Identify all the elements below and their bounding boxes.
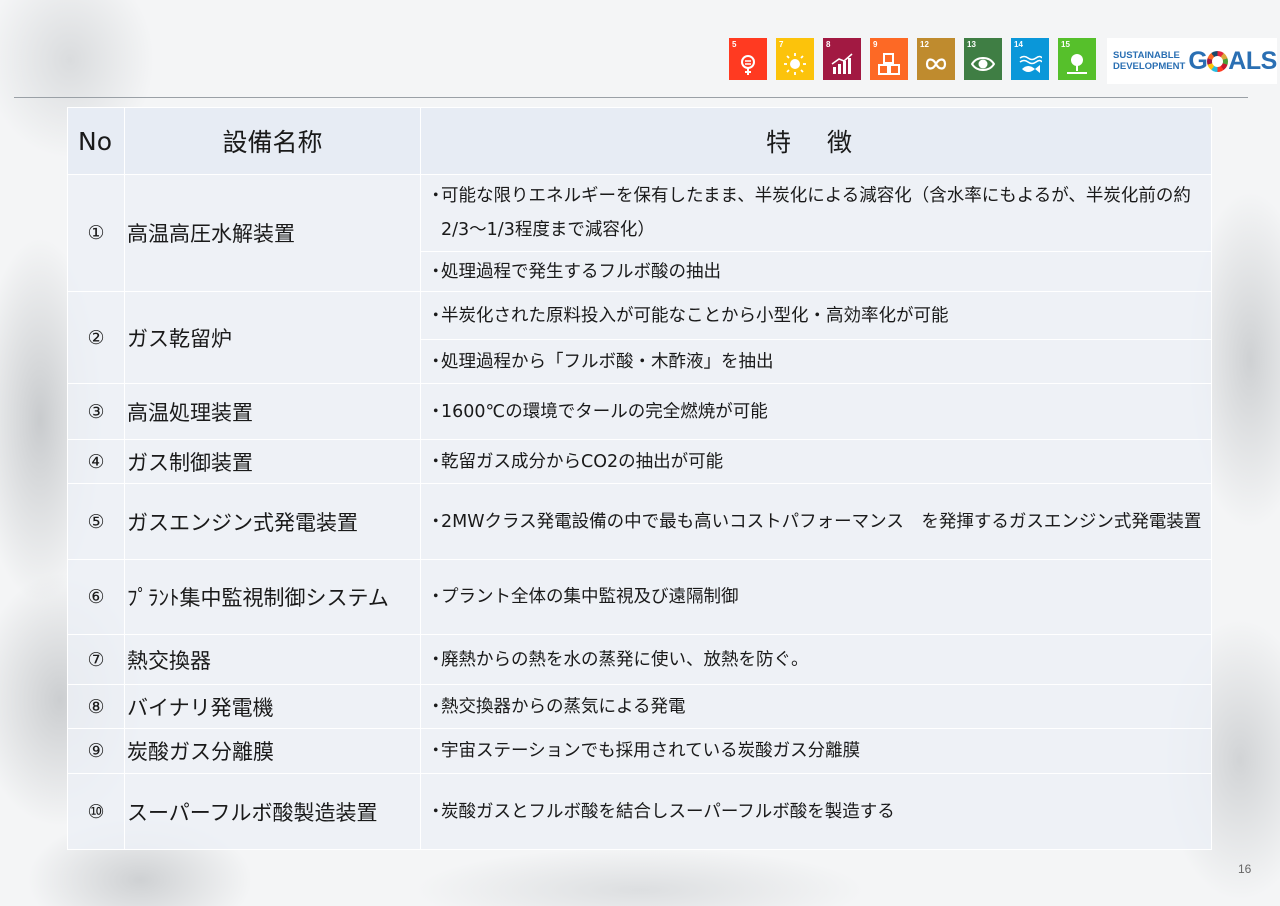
infinity-icon	[925, 58, 947, 70]
growth-chart-icon	[831, 53, 853, 74]
header-feature: 特 徴	[420, 107, 1212, 175]
equipment-name: スーパーフルボ酸製造装置	[124, 773, 421, 850]
row-number: ⑥	[67, 559, 125, 635]
row-number: ③	[67, 383, 125, 440]
sdg-7-logo: 7	[776, 38, 814, 80]
header-no: No	[67, 107, 125, 175]
sdg-8-logo: 8	[823, 38, 861, 80]
feature-cell: ・炭酸ガスとフルボ酸を結合しスーパーフルボ酸を製造する	[420, 773, 1212, 850]
equipment-name: 炭酸ガス分離膜	[124, 728, 421, 774]
feature-cell: ・ 2MWクラス発電設備の中で最も高いコストパフォーマンス を発揮するガスエンジン…	[420, 483, 1212, 560]
feature-cell: ・廃熱からの熱を水の蒸発に使い、放熱を防ぐ。	[420, 634, 1212, 685]
row-number: ④	[67, 439, 125, 484]
equipment-name: ガス乾留炉	[124, 291, 421, 384]
feature-cell: ・可能な限りエネルギーを保有したまま、半炭化による減容化（含水率にもよるが、半炭…	[420, 174, 1212, 252]
sdg-9-logo: 9	[870, 38, 908, 80]
goals-wordmark-big: G ALS	[1188, 46, 1277, 75]
row-number: ②	[67, 291, 125, 384]
feature-cell: ・乾留ガス成分からCO2の抽出が可能	[420, 439, 1212, 484]
goals-wordmark-text: SUSTAINABLE DEVELOPMENT	[1113, 50, 1186, 72]
feature-cell: ・処理過程で発生するフルボ酸の抽出	[420, 251, 1212, 292]
table-row: ⑩ スーパーフルボ酸製造装置 ・炭酸ガスとフルボ酸を結合しスーパーフルボ酸を製造…	[67, 773, 1212, 850]
sun-energy-icon	[784, 53, 806, 75]
header-name: 設備名称	[124, 107, 421, 175]
table-row: ③ 高温処理装置 ・1600℃の環境でタールの完全燃焼が可能	[67, 383, 1212, 440]
feature-cell: ・半炭化された原料投入が可能なことから小型化・高効率化が可能	[420, 291, 1212, 340]
fish-water-icon	[1019, 55, 1042, 73]
equipment-name: 高温高圧水解装置	[124, 174, 421, 292]
table-row: ⑧ バイナリ発電機 ・熱交換器からの蒸気による発電	[67, 684, 1212, 729]
table-row: ④ ガス制御装置 ・乾留ガス成分からCO2の抽出が可能	[67, 439, 1212, 484]
sdg-13-logo: 13	[964, 38, 1002, 80]
equipment-name: 熱交換器	[124, 634, 421, 685]
sdg-goals-wordmark: SUSTAINABLE DEVELOPMENT G ALS	[1107, 38, 1277, 84]
equipment-name: 高温処理装置	[124, 383, 421, 440]
feature-cell: ・1600℃の環境でタールの完全燃焼が可能	[420, 383, 1212, 440]
row-number: ⑦	[67, 634, 125, 685]
feature-cell: ・処理過程から「フルボ酸・木酢液」を抽出	[420, 339, 1212, 384]
gender-equality-icon	[741, 55, 755, 75]
table-row: ⑤ ガスエンジン式発電装置 ・ 2MWクラス発電設備の中で最も高いコストパフォーマ…	[67, 483, 1212, 560]
tree-land-icon	[1067, 54, 1087, 74]
table-row: ② ガス乾留炉 ・半炭化された原料投入が可能なことから小型化・高効率化が可能	[67, 291, 1212, 384]
header-divider	[14, 97, 1248, 98]
sdg-15-logo: 15	[1058, 38, 1096, 80]
row-number: ①	[67, 174, 125, 292]
table-row: ① 高温高圧水解装置 ・可能な限りエネルギーを保有したまま、半炭化による減容化（…	[67, 174, 1212, 292]
row-number: ⑩	[67, 773, 125, 850]
sdg-logo-strip: 5 7 8 9 12 13 14 15 SUSTAINABLE DEVELOPM…	[729, 38, 1277, 84]
sdg-wheel-icon	[1207, 50, 1229, 72]
row-number: ⑨	[67, 728, 125, 774]
industry-cubes-icon	[878, 53, 900, 75]
table-row: ⑨ 炭酸ガス分離膜 ・宇宙ステーションでも採用されている炭酸ガス分離膜	[67, 728, 1212, 774]
table-header-row: No 設備名称 特 徴	[67, 107, 1212, 175]
equipment-table: No 設備名称 特 徴 ① 高温高圧水解装置 ・可能な限りエネルギーを保有したま…	[67, 107, 1212, 850]
equipment-name: ガスエンジン式発電装置	[124, 483, 421, 560]
feature-cell: ・宇宙ステーションでも採用されている炭酸ガス分離膜	[420, 728, 1212, 774]
feature-cell: ・プラント全体の集中監視及び遠隔制御	[420, 559, 1212, 635]
feature-cell: ・熱交換器からの蒸気による発電	[420, 684, 1212, 729]
row-number: ⑧	[67, 684, 125, 729]
sdg-12-logo: 12	[917, 38, 955, 80]
page-number: 16	[1238, 862, 1252, 876]
equipment-name: ガス制御装置	[124, 439, 421, 484]
sdg-5-logo: 5	[729, 38, 767, 80]
table-row: ⑥ ﾌﾟﾗﾝﾄ集中監視制御システム ・プラント全体の集中監視及び遠隔制御	[67, 559, 1212, 635]
equipment-name: ﾌﾟﾗﾝﾄ集中監視制御システム	[124, 559, 421, 635]
climate-eye-icon	[971, 57, 995, 71]
table-row: ⑦ 熱交換器 ・廃熱からの熱を水の蒸発に使い、放熱を防ぐ。	[67, 634, 1212, 685]
equipment-name: バイナリ発電機	[124, 684, 421, 729]
row-number: ⑤	[67, 483, 125, 560]
sdg-14-logo: 14	[1011, 38, 1049, 80]
